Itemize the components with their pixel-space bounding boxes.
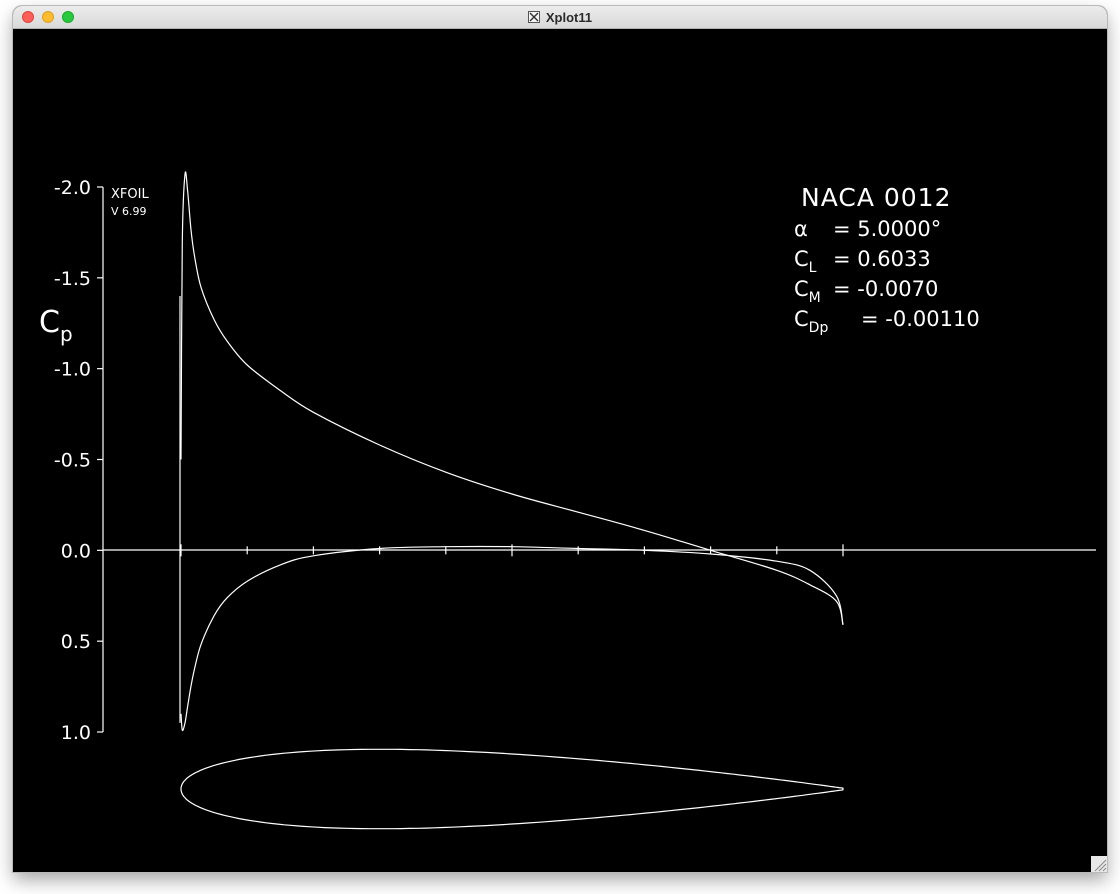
cdp-label: CDp [794, 307, 828, 336]
airfoil-shape [180, 748, 844, 830]
y-tick-label: 0.0 [61, 540, 91, 562]
y-tick-label: -1.0 [54, 359, 91, 381]
y-ticks: -2.0 -1.5 -1.0 -0.5 0.0 0.5 1.0 [54, 177, 103, 744]
window-title: Xplot11 [545, 9, 593, 25]
y-tick-label: -0.5 [54, 450, 91, 472]
title-container: Xplot11 [13, 6, 1107, 28]
cp-plot: -2.0 -1.5 -1.0 -0.5 0.0 0.5 1.0 XFOIL V 6.99 C… [39, 171, 1096, 830]
y-tick-label: 0.5 [61, 631, 91, 653]
y-tick-label: 1.0 [61, 722, 91, 744]
cp-lower-surface-line [180, 545, 844, 732]
program-label: XFOIL [111, 187, 149, 202]
cdp-value: = -0.00110 [861, 307, 980, 331]
cl-value: = 0.6033 [833, 247, 931, 271]
alpha-value: = 5.0000° [833, 217, 941, 241]
resize-grip-icon[interactable] [1091, 856, 1107, 872]
xplot11-window: Xplot11 -2.0 -1.5 -1.0 -0.5 0.0 0.5 1.0 XFOIL … [13, 6, 1107, 872]
cm-value: = -0.0070 [833, 277, 938, 301]
cp-series-group [179, 171, 844, 732]
alpha-symbol: α [794, 217, 808, 241]
title-bar[interactable]: Xplot11 [13, 6, 1107, 29]
y-axis-label: Cp [39, 305, 73, 346]
cl-label: CL [794, 247, 817, 276]
cm-label: CM [794, 277, 821, 306]
y-axis-label-sub: p [60, 322, 73, 346]
y-tick-label: -2.0 [54, 177, 91, 199]
y-axis-label-main: C [39, 305, 60, 340]
y-tick-label: -1.5 [54, 268, 91, 290]
version-label: V 6.99 [111, 205, 147, 218]
airfoil-name: NACA 0012 [801, 183, 952, 212]
x11-icon [527, 11, 540, 23]
